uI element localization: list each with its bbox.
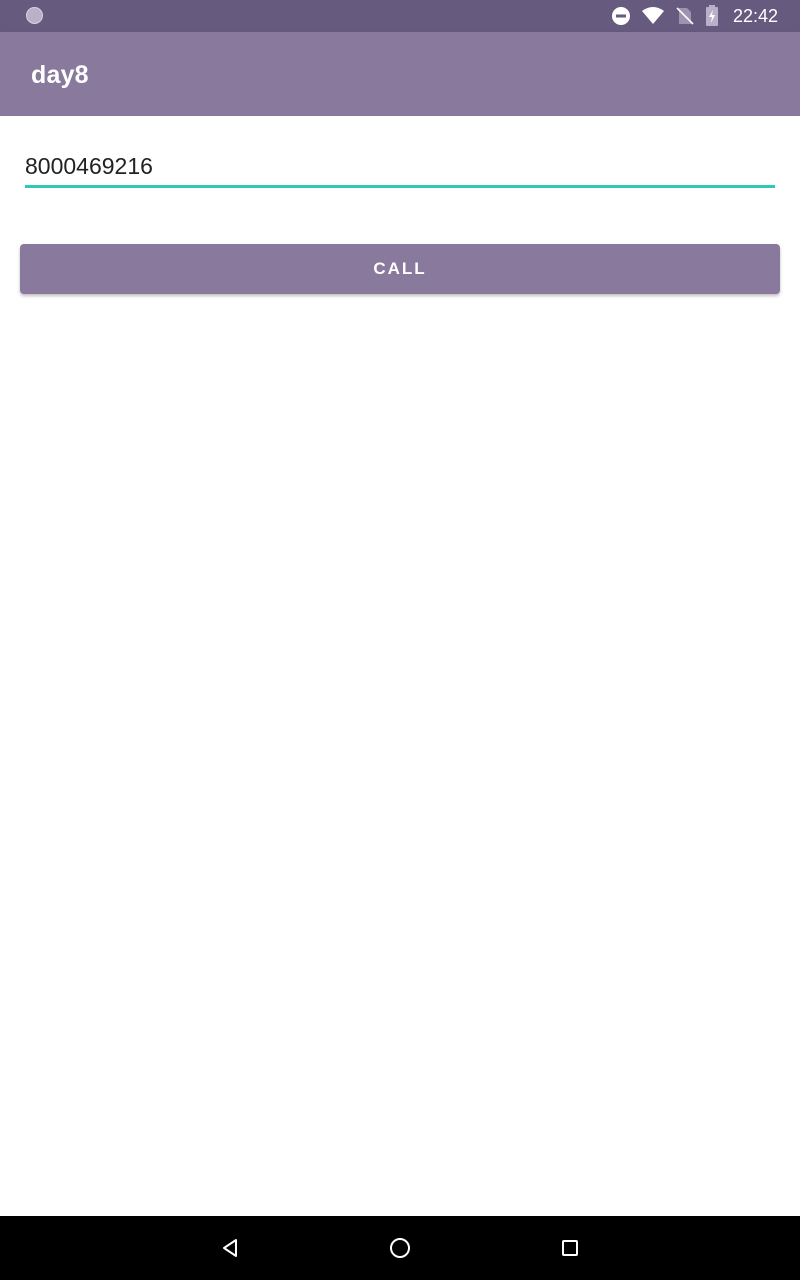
wifi-icon: [641, 6, 665, 26]
back-icon: [223, 1239, 237, 1257]
app-title: day8: [31, 61, 89, 89]
navigation-bar: [0, 1216, 800, 1280]
status-time: 22:42: [732, 6, 778, 26]
home-button[interactable]: [368, 1216, 432, 1280]
recents-icon: [562, 1240, 578, 1256]
notification-dot-icon: [26, 7, 43, 24]
phone-number-field[interactable]: [25, 148, 775, 188]
status-bar: 22:42: [0, 0, 800, 32]
main-content: CALL: [0, 116, 800, 1216]
phone-number-input[interactable]: [25, 148, 775, 185]
home-icon: [390, 1238, 410, 1258]
battery-charging-icon: [705, 5, 719, 26]
app-bar: day8: [0, 32, 800, 116]
no-sim-icon: [675, 6, 695, 26]
call-button[interactable]: CALL: [20, 244, 780, 294]
back-button[interactable]: [198, 1216, 262, 1280]
do-not-disturb-icon: [611, 6, 631, 26]
status-icons: 22:42: [611, 0, 778, 32]
recents-button[interactable]: [538, 1216, 602, 1280]
